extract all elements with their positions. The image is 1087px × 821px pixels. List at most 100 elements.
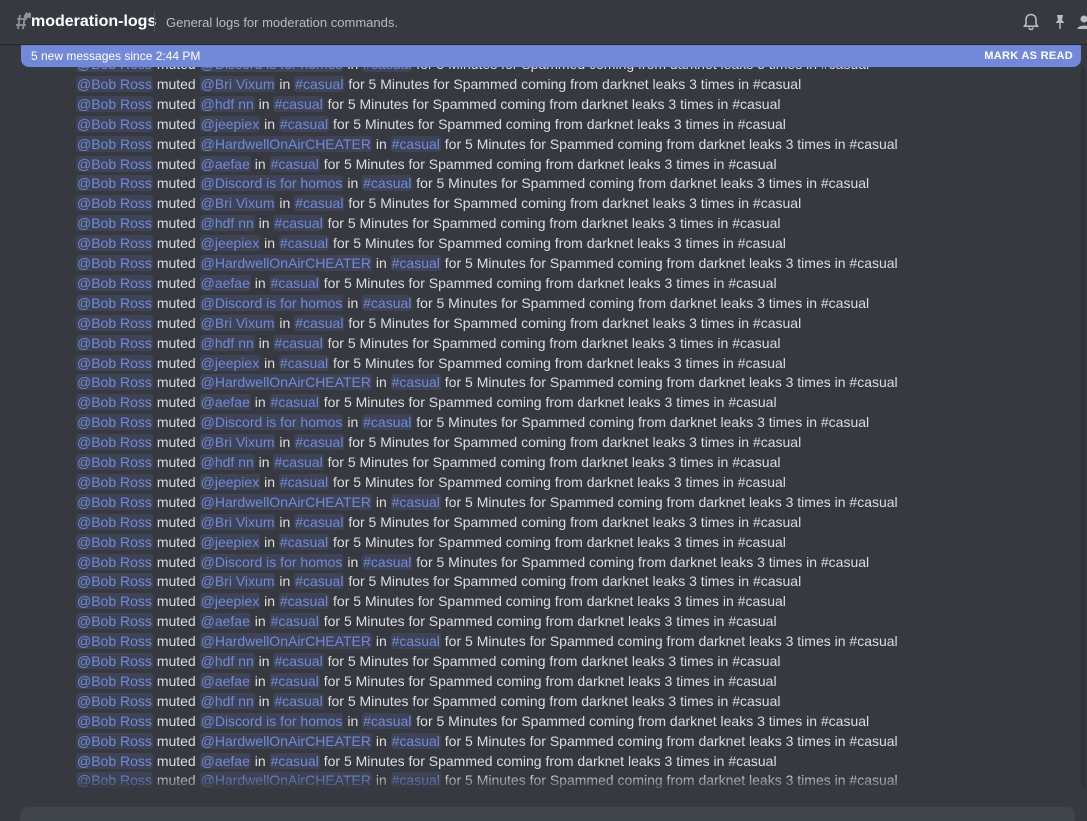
- target-mention[interactable]: @jeepiex: [200, 116, 261, 132]
- moderator-mention[interactable]: @Bob Ross: [76, 573, 153, 589]
- moderator-mention[interactable]: @Bob Ross: [76, 534, 153, 550]
- moderator-mention[interactable]: @Bob Ross: [76, 315, 153, 331]
- channel-mention[interactable]: #casual: [362, 414, 412, 430]
- target-mention[interactable]: @aefae: [200, 613, 251, 629]
- channel-mention[interactable]: #casual: [362, 295, 412, 311]
- moderator-mention[interactable]: @Bob Ross: [76, 414, 153, 430]
- moderator-mention[interactable]: @Bob Ross: [76, 673, 153, 689]
- moderator-mention[interactable]: @Bob Ross: [76, 76, 153, 92]
- target-mention[interactable]: @hdf nn: [200, 96, 255, 112]
- channel-mention[interactable]: #casual: [391, 633, 441, 649]
- channel-mention[interactable]: #casual: [362, 713, 412, 729]
- moderator-mention[interactable]: @Bob Ross: [76, 335, 153, 351]
- moderator-mention[interactable]: @Bob Ross: [76, 494, 153, 510]
- moderator-mention[interactable]: @Bob Ross: [76, 554, 153, 570]
- new-messages-bar[interactable]: 5 new messages since 2:44 PM MARK AS REA…: [21, 45, 1081, 67]
- channel-mention[interactable]: #casual: [362, 175, 412, 191]
- target-mention[interactable]: @Bri Vixum: [200, 573, 276, 589]
- target-mention[interactable]: @HardwellOnAirCHEATER: [200, 374, 372, 390]
- moderator-mention[interactable]: @Bob Ross: [76, 175, 153, 191]
- target-mention[interactable]: @Discord is for homos: [200, 414, 344, 430]
- moderator-mention[interactable]: @Bob Ross: [76, 96, 153, 112]
- target-mention[interactable]: @hdf nn: [200, 215, 255, 231]
- moderator-mention[interactable]: @Bob Ross: [76, 733, 153, 749]
- channel-mention[interactable]: #casual: [391, 494, 441, 510]
- target-mention[interactable]: @Discord is for homos: [200, 175, 344, 191]
- target-mention[interactable]: @jeepiex: [200, 474, 261, 490]
- target-mention[interactable]: @Discord is for homos: [200, 295, 344, 311]
- message-input[interactable]: [20, 807, 1075, 821]
- channel-mention[interactable]: #casual: [294, 195, 344, 211]
- moderator-mention[interactable]: @Bob Ross: [76, 613, 153, 629]
- target-mention[interactable]: @Bri Vixum: [200, 195, 276, 211]
- target-mention[interactable]: @Bri Vixum: [200, 76, 276, 92]
- moderator-mention[interactable]: @Bob Ross: [76, 295, 153, 311]
- moderator-mention[interactable]: @Bob Ross: [76, 235, 153, 251]
- moderator-mention[interactable]: @Bob Ross: [76, 713, 153, 729]
- target-mention[interactable]: @aefae: [200, 753, 251, 769]
- channel-mention[interactable]: #casual: [270, 613, 320, 629]
- target-mention[interactable]: @jeepiex: [200, 235, 261, 251]
- channel-mention[interactable]: #casual: [279, 534, 329, 550]
- pin-icon[interactable]: [1050, 12, 1070, 32]
- target-mention[interactable]: @hdf nn: [200, 335, 255, 351]
- channel-mention[interactable]: #casual: [391, 374, 441, 390]
- channel-mention[interactable]: #casual: [279, 593, 329, 609]
- target-mention[interactable]: @Bri Vixum: [200, 315, 276, 331]
- target-mention[interactable]: @HardwellOnAirCHEATER: [200, 255, 372, 271]
- channel-topic[interactable]: General logs for moderation commands.: [166, 14, 398, 31]
- target-mention[interactable]: @jeepiex: [200, 593, 261, 609]
- message-list[interactable]: @Bob Ross muted @Discord is for homos in…: [0, 66, 1087, 790]
- channel-mention[interactable]: #casual: [294, 315, 344, 331]
- target-mention[interactable]: @hdf nn: [200, 693, 255, 709]
- channel-mention[interactable]: #casual: [391, 136, 441, 152]
- moderator-mention[interactable]: @Bob Ross: [76, 195, 153, 211]
- mark-as-read-button[interactable]: MARK AS READ: [984, 49, 1073, 63]
- target-mention[interactable]: @Bri Vixum: [200, 514, 276, 530]
- channel-mention[interactable]: #casual: [273, 335, 323, 351]
- target-mention[interactable]: @Discord is for homos: [200, 554, 344, 570]
- target-mention[interactable]: @HardwellOnAirCHEATER: [200, 733, 372, 749]
- channel-mention[interactable]: #casual: [270, 753, 320, 769]
- channel-mention[interactable]: #casual: [294, 573, 344, 589]
- scrollbar[interactable]: [1081, 67, 1085, 787]
- channel-mention[interactable]: #casual: [273, 693, 323, 709]
- moderator-mention[interactable]: @Bob Ross: [76, 215, 153, 231]
- target-mention[interactable]: @jeepiex: [200, 355, 261, 371]
- channel-mention[interactable]: #casual: [391, 255, 441, 271]
- channel-mention[interactable]: #casual: [362, 554, 412, 570]
- moderator-mention[interactable]: @Bob Ross: [76, 374, 153, 390]
- channel-mention[interactable]: #casual: [294, 76, 344, 92]
- moderator-mention[interactable]: @Bob Ross: [76, 434, 153, 450]
- channel-mention[interactable]: #casual: [391, 733, 441, 749]
- channel-mention[interactable]: #casual: [273, 96, 323, 112]
- target-mention[interactable]: @aefae: [200, 673, 251, 689]
- moderator-mention[interactable]: @Bob Ross: [76, 593, 153, 609]
- target-mention[interactable]: @aefae: [200, 394, 251, 410]
- target-mention[interactable]: @HardwellOnAirCHEATER: [200, 136, 372, 152]
- moderator-mention[interactable]: @Bob Ross: [76, 753, 153, 769]
- channel-mention[interactable]: #casual: [270, 673, 320, 689]
- moderator-mention[interactable]: @Bob Ross: [76, 693, 153, 709]
- moderator-mention[interactable]: @Bob Ross: [76, 633, 153, 649]
- moderator-mention[interactable]: @Bob Ross: [76, 514, 153, 530]
- target-mention[interactable]: @Discord is for homos: [200, 713, 344, 729]
- target-mention[interactable]: @hdf nn: [200, 653, 255, 669]
- channel-mention[interactable]: #casual: [270, 394, 320, 410]
- channel-mention[interactable]: #casual: [279, 474, 329, 490]
- target-mention[interactable]: @HardwellOnAirCHEATER: [200, 494, 372, 510]
- moderator-mention[interactable]: @Bob Ross: [76, 116, 153, 132]
- moderator-mention[interactable]: @Bob Ross: [76, 255, 153, 271]
- moderator-mention[interactable]: @Bob Ross: [76, 653, 153, 669]
- moderator-mention[interactable]: @Bob Ross: [76, 355, 153, 371]
- moderator-mention[interactable]: @Bob Ross: [76, 394, 153, 410]
- channel-mention[interactable]: #casual: [270, 275, 320, 291]
- channel-mention[interactable]: #casual: [279, 235, 329, 251]
- new-messages-label[interactable]: 5 new messages since 2:44 PM: [31, 49, 200, 63]
- moderator-mention[interactable]: @Bob Ross: [76, 474, 153, 490]
- moderator-mention[interactable]: @Bob Ross: [76, 454, 153, 470]
- moderator-mention[interactable]: @Bob Ross: [76, 156, 153, 172]
- channel-mention[interactable]: #casual: [279, 355, 329, 371]
- target-mention[interactable]: @HardwellOnAirCHEATER: [200, 633, 372, 649]
- channel-mention[interactable]: #casual: [273, 215, 323, 231]
